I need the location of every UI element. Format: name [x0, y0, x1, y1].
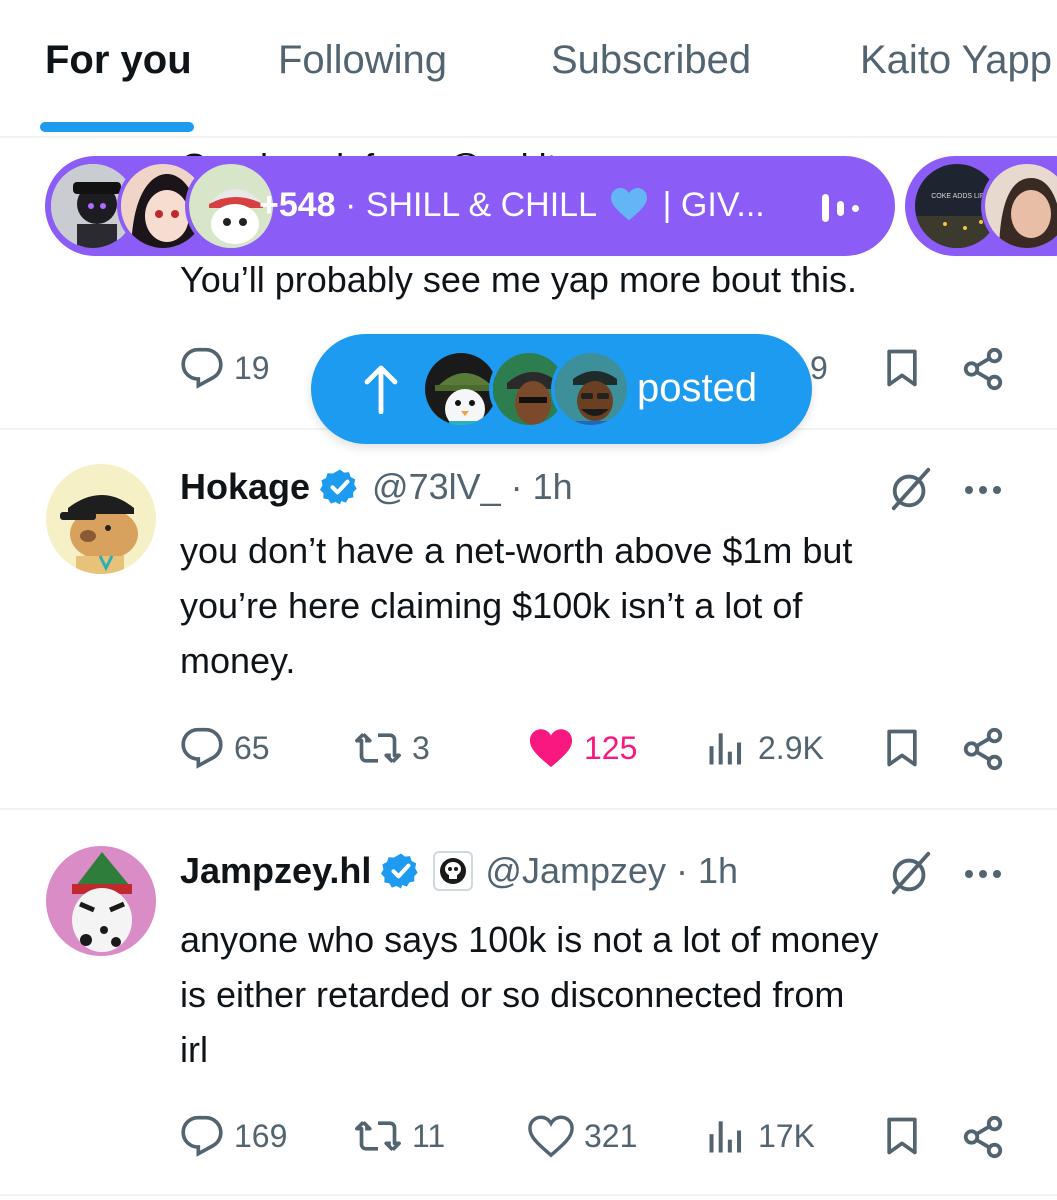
reply-icon [181, 347, 223, 389]
spaces-live-bar-2[interactable]: COKE ADDS LIFE! [905, 156, 1057, 256]
tweet-text-hidden-line: Good work from @zukit [180, 138, 557, 158]
display-name[interactable]: Jampzey.hl [180, 850, 371, 892]
tab-kaito-yapp[interactable]: Kaito Yapp [860, 38, 1052, 83]
blue-heart-icon [611, 187, 648, 221]
tweet-text: anyone who says 100k is not a lot of mon… [180, 912, 878, 1077]
spaces-title-suffix: | GIV... [662, 186, 765, 224]
spaces-live-bar[interactable]: +548 · SHILL & CHILL | GIV... [45, 156, 895, 256]
poster-avatar-3 [551, 349, 631, 429]
tweet-time[interactable]: · 1h [511, 466, 573, 508]
tweet-header: Hokage @73lV_ · 1h [180, 466, 573, 508]
user-handle[interactable]: @73lV_ [372, 466, 501, 508]
host-avatar-5 [981, 160, 1057, 252]
more-options-icon[interactable] [960, 476, 1006, 504]
verified-badge-icon [320, 469, 357, 505]
user-handle[interactable]: @Jampzey [485, 850, 666, 892]
reply-count: 169 [234, 1117, 288, 1154]
share-icon [963, 347, 1003, 391]
tweet-text-line: you’re here claiming $100k isn’t a lot o… [180, 585, 803, 626]
like-count: 321 [584, 1117, 638, 1154]
share-button[interactable] [960, 726, 1006, 772]
active-tab-indicator [40, 122, 194, 132]
tweet-divider [0, 1194, 1057, 1196]
tweet-header: Jampzey.hl @Jampzey · 1h [180, 850, 738, 892]
like-button[interactable]: 125 [528, 726, 637, 770]
verified-badge-icon [381, 853, 419, 889]
bookmark-button[interactable] [880, 1114, 924, 1158]
views-button[interactable]: 17K [704, 1114, 815, 1158]
retweet-count: 3 [412, 729, 430, 766]
share-icon [963, 1115, 1003, 1159]
new-posts-button[interactable]: posted [311, 334, 812, 444]
skull-icon [440, 858, 467, 884]
tab-following[interactable]: Following [278, 38, 447, 83]
reply-count: 19 [234, 349, 270, 386]
bookmark-icon [887, 1117, 917, 1155]
tab-subscribed[interactable]: Subscribed [551, 38, 751, 83]
heart-filled-icon [529, 729, 573, 768]
tweet-text-line: anyone who says 100k is not a lot of mon… [180, 919, 879, 960]
like-button[interactable]: 321 [528, 1114, 637, 1158]
tab-for-you[interactable]: For you [45, 38, 192, 83]
analytics-icon [709, 733, 742, 765]
retweet-button[interactable]: 11 [354, 1114, 445, 1158]
views-button[interactable]: 2.9K [704, 726, 824, 770]
reply-icon [181, 727, 223, 769]
tweet-text-line: is either retarded or so disconnected fr… [180, 974, 845, 1015]
timeline-tabs: For you Following Subscribed Kaito Yapp [0, 0, 1057, 138]
retweet-count: 11 [412, 1117, 446, 1154]
retweet-icon [355, 732, 401, 764]
tweet-text: you don’t have a net-worth above $1m but… [180, 523, 852, 688]
grok-icon[interactable] [888, 850, 934, 896]
display-name[interactable]: Hokage [180, 466, 310, 508]
grok-icon[interactable] [888, 466, 934, 512]
avatar[interactable] [46, 846, 156, 956]
bookmark-button[interactable] [880, 726, 924, 770]
reply-button[interactable]: 19 [180, 346, 270, 390]
reply-icon [181, 1115, 223, 1157]
tweet-text-line: money. [180, 640, 296, 681]
bookmark-icon [887, 729, 917, 767]
share-icon [963, 727, 1003, 771]
views-count: 2.9K [758, 729, 824, 766]
reply-count: 65 [234, 729, 270, 766]
heart-icon [528, 1115, 574, 1158]
like-count: 125 [584, 729, 638, 766]
listener-count: +548 [259, 186, 336, 224]
retweet-icon [355, 1120, 401, 1152]
arrow-up-icon [364, 365, 398, 414]
tweet-text-line: you don’t have a net-worth above $1m but [180, 530, 853, 571]
tweet-time[interactable]: · 1h [676, 850, 738, 892]
share-button[interactable] [960, 1114, 1006, 1160]
tweet-text: You’ll probably see me yap more bout thi… [180, 259, 858, 300]
posted-label: posted [637, 366, 758, 410]
audio-wave-icon [822, 194, 859, 222]
bookmark-icon [887, 349, 917, 387]
tweet-text-line: irl [180, 1029, 208, 1070]
spaces-separator: · [345, 186, 357, 224]
share-button[interactable] [960, 346, 1006, 392]
affiliate-badge[interactable] [433, 851, 474, 891]
analytics-icon [709, 1121, 742, 1153]
views-count: 17K [758, 1117, 815, 1154]
spaces-title: +548 · SHILL & CHILL | GIV... [259, 186, 765, 225]
spaces-title-prefix: SHILL & CHILL [365, 186, 596, 224]
reply-button[interactable]: 169 [180, 1114, 287, 1158]
retweet-button[interactable]: 3 [354, 726, 430, 770]
reply-button[interactable]: 65 [180, 726, 270, 770]
bookmark-button[interactable] [880, 346, 924, 390]
avatar[interactable] [46, 464, 156, 574]
tweet-divider [0, 808, 1057, 810]
more-options-icon[interactable] [960, 860, 1006, 888]
